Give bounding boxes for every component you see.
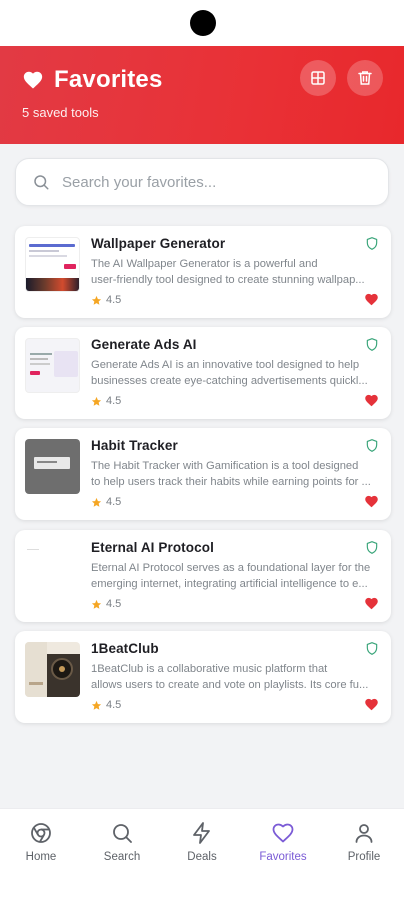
search-input[interactable] — [60, 172, 360, 192]
favorite-heart-icon[interactable] — [364, 596, 379, 610]
grid-view-button[interactable] — [300, 60, 336, 96]
description-line: user-friendly tool designed to create st… — [91, 274, 365, 286]
nav-profile[interactable]: Profile — [324, 821, 404, 863]
description-line: allows users to create and vote on playl… — [91, 679, 369, 691]
saved-count: 5 saved tools — [22, 105, 99, 120]
description-line: 1BeatClub is a collaborative music platf… — [91, 663, 328, 675]
header-title-row: Favorites — [22, 66, 163, 94]
rating-value: 4.5 — [106, 699, 122, 711]
nav-label: Profile — [347, 851, 381, 863]
card-rating: 4.5 — [91, 395, 121, 407]
favorite-heart-icon[interactable] — [364, 697, 379, 711]
favorite-heart-icon[interactable] — [364, 494, 379, 508]
favorite-card-1beatclub[interactable]: 1BeatClub 1BeatClub is a collaborative m… — [15, 631, 391, 723]
favorite-card-eternal-ai-protocol[interactable]: Eternal AI Protocol Eternal AI Protocol … — [15, 530, 391, 622]
verified-shield-icon — [366, 237, 378, 250]
favorites-header: Favorites 5 saved tools — [0, 46, 404, 144]
search-icon — [34, 175, 49, 190]
nav-label: Deals — [187, 851, 217, 863]
rating-value: 4.5 — [106, 395, 122, 407]
nav-label: Favorites — [259, 851, 307, 863]
description-line: to help users track their habits while e… — [91, 476, 371, 488]
status-bar — [0, 0, 404, 46]
favorite-card-wallpaper-generator[interactable]: Wallpaper Generator The AI Wallpaper Gen… — [15, 226, 391, 318]
rating-value: 4.5 — [106, 496, 122, 508]
card-rating: 4.5 — [91, 699, 121, 711]
description-line: emerging internet, integrating artificia… — [91, 578, 368, 590]
card-rating: 4.5 — [91, 294, 121, 306]
verified-shield-icon — [366, 439, 378, 452]
card-title: Generate Ads AI — [91, 337, 197, 352]
habit-tracker-thumbnail — [25, 439, 80, 494]
card-rating: 4.5 — [91, 598, 121, 610]
nav-deals[interactable]: Deals — [162, 821, 242, 863]
card-description: The AI Wallpaper Generator is a powerful… — [91, 256, 379, 288]
card-title: Wallpaper Generator — [91, 236, 226, 251]
verified-shield-icon — [366, 541, 378, 554]
star-icon — [91, 599, 102, 609]
card-rating: 4.5 — [91, 496, 121, 508]
nav-search[interactable]: Search — [82, 821, 162, 863]
verified-shield-icon — [366, 338, 378, 351]
card-description: Generate Ads AI is an innovative tool de… — [91, 357, 379, 389]
description-line: Eternal AI Protocol serves as a foundati… — [91, 562, 371, 574]
favorite-card-generate-ads-ai[interactable]: Generate Ads AI Generate Ads AI is an in… — [15, 327, 391, 419]
search-bar[interactable] — [15, 158, 389, 206]
description-line: The Habit Tracker with Gamification is a… — [91, 460, 359, 472]
description-line: The AI Wallpaper Generator is a powerful… — [91, 258, 318, 270]
bottom-navigation: Home Search Deals Favorites Profile — [0, 808, 404, 900]
card-title: Habit Tracker — [91, 438, 178, 453]
heart-icon — [272, 823, 294, 843]
wallpaper-generator-thumbnail — [25, 237, 80, 292]
trash-icon — [358, 71, 372, 85]
favorite-card-habit-tracker[interactable]: Habit Tracker The Habit Tracker with Gam… — [15, 428, 391, 520]
rating-value: 4.5 — [106, 294, 122, 306]
user-icon — [355, 824, 373, 843]
card-description: 1BeatClub is a collaborative music platf… — [91, 661, 379, 693]
favorite-heart-icon[interactable] — [364, 292, 379, 306]
search-icon — [113, 824, 132, 843]
nav-home[interactable]: Home — [1, 821, 81, 863]
description-line: Generate Ads AI is an innovative tool de… — [91, 359, 360, 371]
description-line: businesses create eye-catching advertise… — [91, 375, 368, 387]
eternal-ai-thumbnail — [25, 541, 80, 596]
card-title: Eternal AI Protocol — [91, 540, 214, 555]
chrome-icon — [31, 823, 51, 843]
favorite-heart-icon[interactable] — [364, 393, 379, 407]
heart-icon — [23, 71, 43, 89]
card-title: 1BeatClub — [91, 641, 159, 656]
clear-favorites-button[interactable] — [347, 60, 383, 96]
star-icon — [91, 497, 102, 507]
grid-icon — [311, 71, 325, 85]
card-description: The Habit Tracker with Gamification is a… — [91, 458, 379, 490]
nav-label: Home — [25, 851, 57, 863]
star-icon — [91, 295, 102, 305]
camera-cutout — [190, 10, 216, 36]
page-title: Favorites — [54, 66, 163, 93]
generate-ads-thumbnail — [25, 338, 80, 393]
verified-shield-icon — [366, 642, 378, 655]
star-icon — [91, 700, 102, 710]
card-description: Eternal AI Protocol serves as a foundati… — [91, 560, 379, 592]
rating-value: 4.5 — [106, 598, 122, 610]
lightning-icon — [193, 822, 210, 844]
nav-label: Search — [103, 851, 141, 863]
1beatclub-thumbnail — [25, 642, 80, 697]
nav-favorites[interactable]: Favorites — [243, 821, 323, 863]
star-icon — [91, 396, 102, 406]
